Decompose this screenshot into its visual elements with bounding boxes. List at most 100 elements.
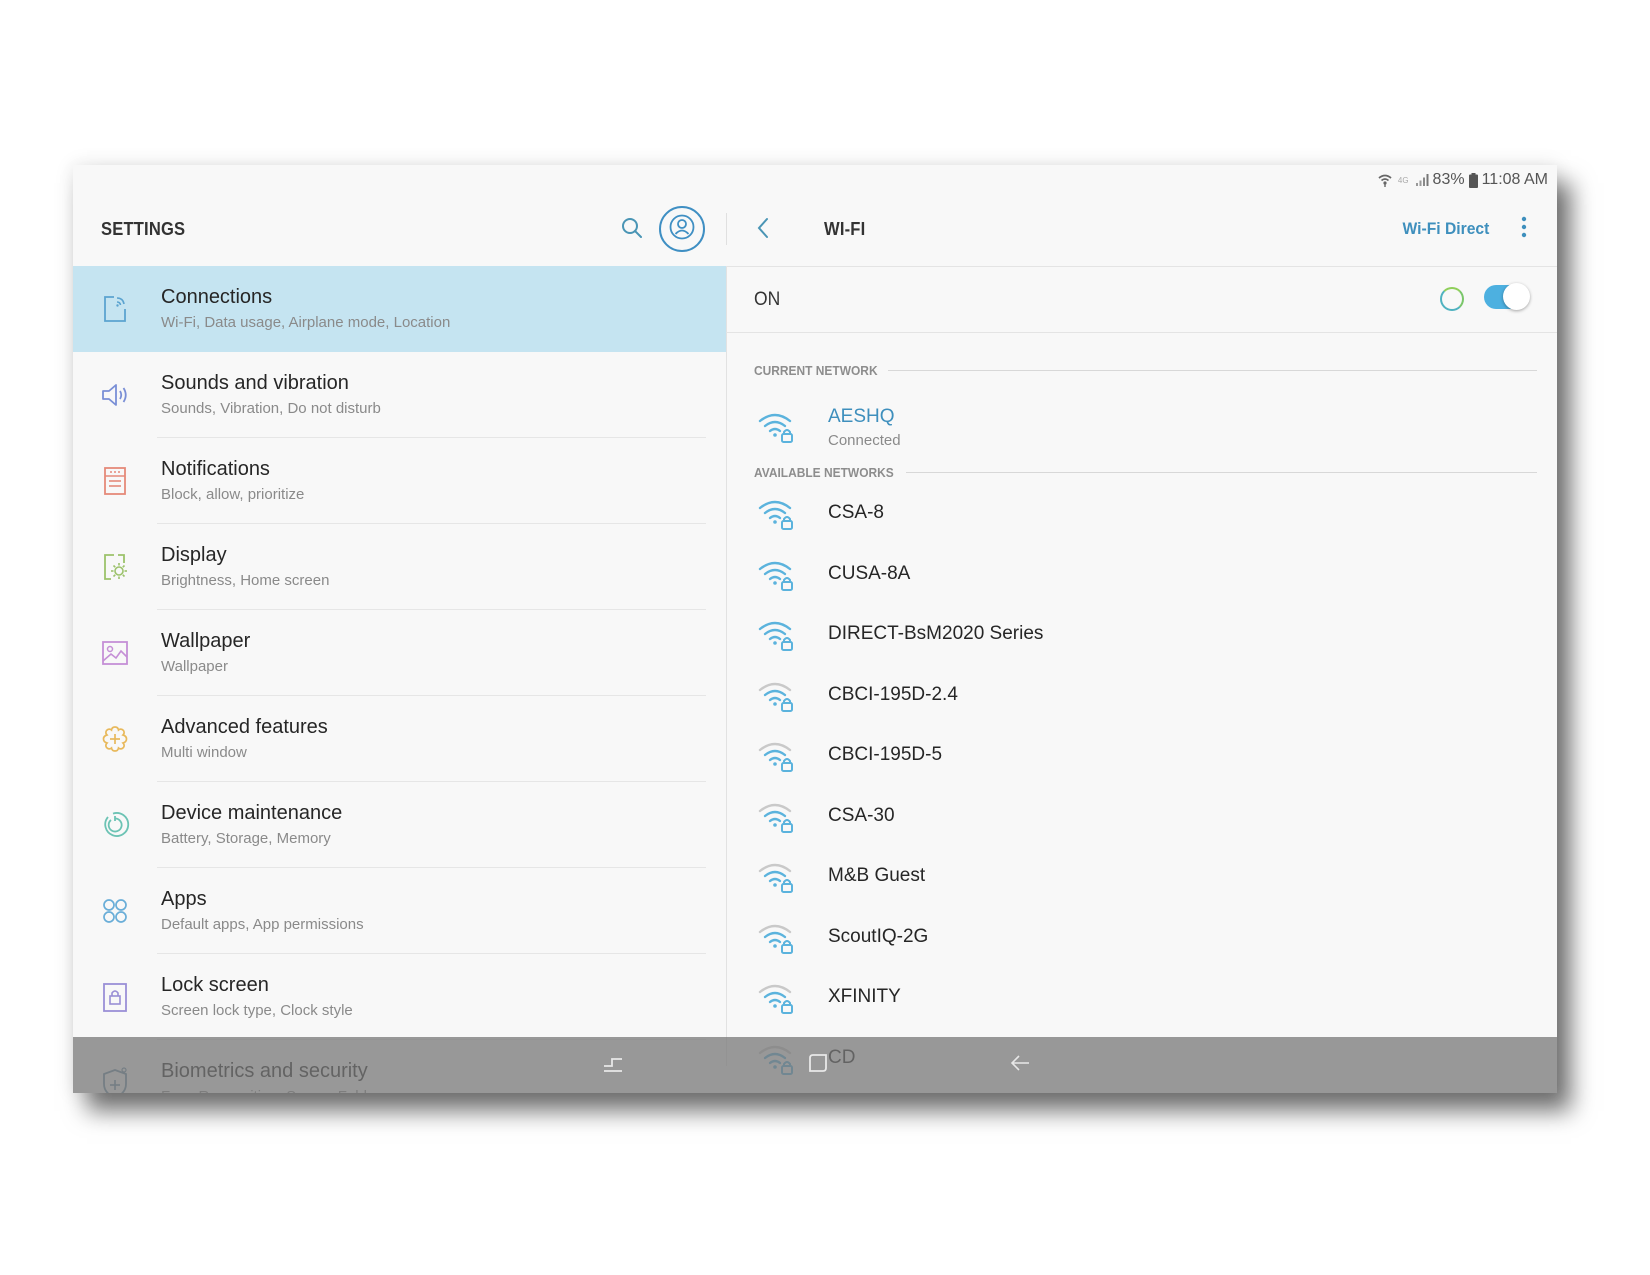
- tablet-screen: 4G 83% 11:08 AM SETTINGS Connections Wi-…: [73, 165, 1557, 1093]
- connections-icon: [97, 291, 133, 327]
- menu-item-notifications[interactable]: Notifications Block, allow, prioritize: [73, 438, 726, 524]
- network-status: Connected: [828, 432, 901, 449]
- menu-item-sounds[interactable]: Sounds and vibration Sounds, Vibration, …: [73, 352, 726, 438]
- divider: [905, 471, 1537, 473]
- divider: [888, 369, 1537, 371]
- menu-item-title: Wallpaper: [161, 630, 251, 652]
- menu-item-wallpaper[interactable]: Wallpaper Wallpaper: [73, 610, 726, 696]
- menu-item-apps[interactable]: Apps Default apps, App permissions: [73, 868, 726, 954]
- wifi-signal-lock-icon: [758, 558, 796, 592]
- network-name: DIRECT-BsM2020 Series: [828, 623, 1044, 644]
- network-type: 4G: [1397, 175, 1409, 185]
- menu-item-subtitle: Default apps, App permissions: [161, 916, 364, 933]
- more-options-button[interactable]: [1511, 211, 1537, 247]
- device-maintenance-icon: [97, 807, 133, 843]
- settings-title: SETTINGS: [101, 219, 186, 239]
- battery-percent: 83%: [1432, 171, 1465, 188]
- cell-signal-icon: [1415, 173, 1429, 187]
- network-row[interactable]: CBCI-195D-5: [726, 726, 1557, 786]
- current-network-row[interactable]: AESHQ Connected: [726, 397, 1557, 457]
- section-label: CURRENT NETWORK: [754, 362, 878, 378]
- wifi-signal-lock-icon: [758, 410, 796, 444]
- lock-screen-icon: [97, 979, 133, 1015]
- network-row[interactable]: DIRECT-BsM2020 Series: [726, 605, 1557, 665]
- network-row[interactable]: CSA-8: [726, 484, 1557, 544]
- menu-item-title: Display: [161, 544, 227, 566]
- battery-icon: [1468, 172, 1478, 188]
- menu-item-subtitle: Wi-Fi, Data usage, Airplane mode, Locati…: [161, 314, 451, 331]
- back-nav-button[interactable]: [1005, 1051, 1035, 1079]
- settings-header: SETTINGS: [73, 193, 726, 266]
- wifi-signal-lock-icon: [758, 618, 796, 652]
- current-network-header: CURRENT NETWORK: [754, 361, 1537, 379]
- more-vert-icon: [1521, 216, 1527, 243]
- wifi-signal-lock-icon: [758, 739, 796, 773]
- menu-item-subtitle: Multi window: [161, 744, 247, 761]
- notifications-icon: [97, 463, 133, 499]
- network-name: CSA-8: [828, 502, 884, 523]
- wifi-signal-lock-icon: [758, 860, 796, 894]
- recents-button[interactable]: [598, 1051, 628, 1079]
- wallpaper-icon: [97, 635, 133, 671]
- network-row[interactable]: CSA-30: [726, 787, 1557, 847]
- network-row[interactable]: XFINITY: [726, 968, 1557, 1028]
- menu-item-advanced-features[interactable]: Advanced features Multi window: [73, 696, 726, 782]
- chevron-left-icon: [755, 217, 771, 244]
- network-name: XFINITY: [828, 986, 901, 1007]
- menu-item-title: Apps: [161, 888, 207, 910]
- menu-item-title: Notifications: [161, 458, 270, 480]
- advanced-features-icon: [97, 721, 133, 757]
- wifi-signal-lock-icon: [758, 679, 796, 713]
- network-name: CSA-30: [828, 805, 895, 826]
- network-name: CBCI-195D-5: [828, 744, 943, 765]
- search-icon: [620, 216, 644, 245]
- network-name: M&B Guest: [828, 865, 926, 886]
- recents-icon: [602, 1052, 624, 1079]
- menu-item-subtitle: Sounds, Vibration, Do not disturb: [161, 400, 381, 417]
- search-button[interactable]: [616, 214, 648, 246]
- back-button[interactable]: [746, 213, 780, 247]
- wifi-toggle-row[interactable]: ON: [726, 266, 1557, 333]
- section-label: AVAILABLE NETWORKS: [754, 464, 894, 480]
- navigation-bar: [73, 1037, 1557, 1093]
- network-row[interactable]: ScoutIQ-2G: [726, 908, 1557, 968]
- network-row[interactable]: M&B Guest: [726, 847, 1557, 907]
- menu-item-subtitle: Brightness, Home screen: [161, 572, 330, 589]
- menu-item-subtitle: Wallpaper: [161, 658, 228, 675]
- apps-icon: [97, 893, 133, 929]
- wifi-icon: [1378, 173, 1392, 187]
- scanning-spinner-icon: [1440, 287, 1464, 311]
- wifi-state-label: ON: [754, 289, 781, 310]
- network-name: AESHQ: [828, 406, 895, 427]
- home-button[interactable]: [803, 1051, 833, 1079]
- network-row[interactable]: CBCI-195D-2.4: [726, 666, 1557, 726]
- menu-item-title: Lock screen: [161, 974, 269, 996]
- menu-item-title: Connections: [161, 286, 273, 308]
- back-arrow-icon: [1009, 1052, 1031, 1079]
- available-networks-header: AVAILABLE NETWORKS: [754, 463, 1537, 481]
- menu-item-connections[interactable]: Connections Wi-Fi, Data usage, Airplane …: [73, 266, 726, 352]
- wifi-direct-button[interactable]: Wi-Fi Direct: [1402, 219, 1489, 239]
- home-icon: [807, 1052, 829, 1079]
- clock: 11:08 AM: [1481, 171, 1548, 188]
- menu-item-subtitle: Battery, Storage, Memory: [161, 830, 331, 847]
- profile-button[interactable]: [659, 206, 705, 252]
- wifi-toggle[interactable]: [1484, 283, 1530, 310]
- settings-menu: Connections Wi-Fi, Data usage, Airplane …: [73, 266, 726, 1093]
- network-row[interactable]: CUSA-8A: [726, 545, 1557, 605]
- menu-item-device-maintenance[interactable]: Device maintenance Battery, Storage, Mem…: [73, 782, 726, 868]
- toggle-thumb[interactable]: [1503, 283, 1530, 310]
- wifi-signal-lock-icon: [758, 800, 796, 834]
- wifi-pane: WI-FI Wi-Fi Direct ON CURRENT NETWORK AE…: [726, 193, 1557, 1093]
- menu-item-title: Sounds and vibration: [161, 372, 349, 394]
- menu-item-subtitle: Block, allow, prioritize: [161, 486, 305, 503]
- wifi-title: WI-FI: [824, 219, 866, 239]
- network-name: CBCI-195D-2.4: [828, 684, 958, 705]
- profile-icon: [669, 214, 695, 245]
- menu-item-title: Device maintenance: [161, 802, 343, 824]
- status-bar: 4G 83% 11:08 AM: [73, 165, 1557, 193]
- menu-item-display[interactable]: Display Brightness, Home screen: [73, 524, 726, 610]
- network-name: ScoutIQ-2G: [828, 926, 929, 947]
- menu-item-lock-screen[interactable]: Lock screen Screen lock type, Clock styl…: [73, 954, 726, 1040]
- display-icon: [97, 549, 133, 585]
